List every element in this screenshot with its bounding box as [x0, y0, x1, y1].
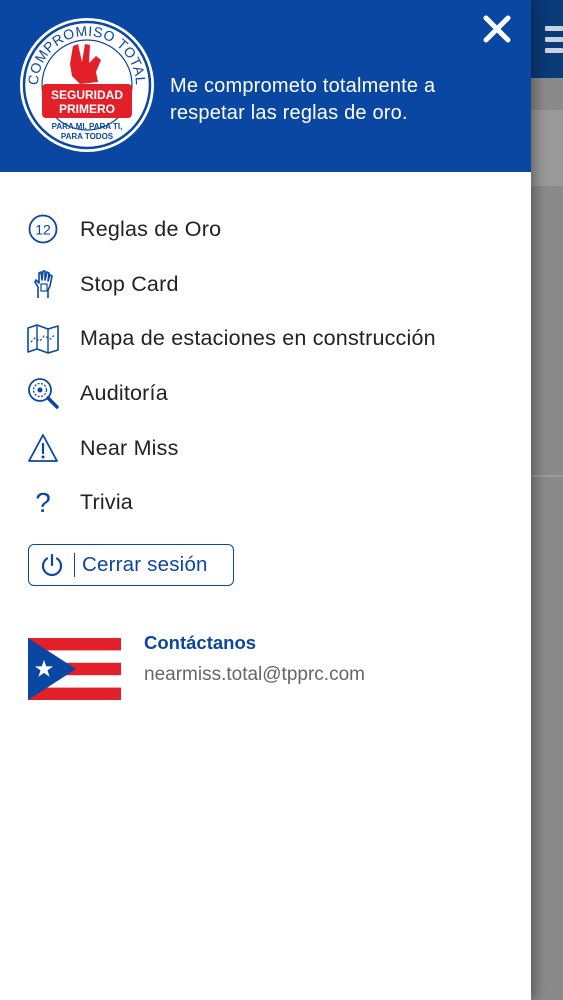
compromiso-total-logo: COMPROMISO TOTAL SEGURIDAD PRIMERO PARA … — [20, 18, 154, 152]
close-icon — [483, 15, 511, 43]
stop-hand-icon — [26, 267, 60, 301]
menu-item-stop-card[interactable]: Stop Card — [0, 257, 531, 312]
tagline: Me comprometo totalmente a respetar las … — [170, 73, 510, 127]
warning-triangle-icon — [26, 431, 60, 465]
svg-text:PARA MI, PARA TI,: PARA MI, PARA TI, — [52, 122, 123, 131]
puerto-rico-flag — [28, 638, 121, 700]
tagline-line-1: Me comprometo totalmente a — [170, 75, 436, 97]
menu-item-reglas-de-oro[interactable]: 12 Reglas de Oro — [0, 202, 531, 257]
menu-item-mapa-estaciones[interactable]: Mapa de estaciones en construcción — [0, 311, 531, 366]
menu-label: Auditoría — [80, 380, 168, 405]
twelve-circle-icon: 12 — [26, 212, 60, 246]
contact-email[interactable]: nearmiss.total@tpprc.com — [144, 664, 365, 686]
svg-text:PRIMERO: PRIMERO — [59, 102, 115, 116]
menu-label: Reglas de Oro — [80, 216, 222, 241]
svg-text:12: 12 — [35, 222, 51, 238]
logout-button[interactable]: Cerrar sesión — [28, 544, 234, 586]
audit-magnifier-icon — [26, 376, 60, 410]
hamburger-menu-icon — [545, 26, 563, 56]
svg-text:SEGURIDAD: SEGURIDAD — [51, 88, 123, 102]
menu-item-near-miss[interactable]: Near Miss — [0, 421, 531, 476]
background-card — [531, 110, 563, 186]
menu-label: Mapa de estaciones en construcción — [80, 326, 436, 351]
menu-label: Stop Card — [80, 271, 179, 296]
svg-text:PARA TODOS: PARA TODOS — [61, 132, 114, 141]
menu-label: Trivia — [80, 490, 133, 515]
question-icon: ? — [35, 486, 51, 518]
drawer-header: COMPROMISO TOTAL SEGURIDAD PRIMERO PARA … — [0, 0, 531, 172]
menu-label: Near Miss — [80, 435, 179, 460]
logout-separator — [74, 553, 75, 577]
navigation-drawer: COMPROMISO TOTAL SEGURIDAD PRIMERO PARA … — [0, 0, 531, 1000]
close-button[interactable] — [478, 10, 516, 48]
power-icon — [39, 552, 65, 578]
background-divider — [531, 475, 563, 477]
logout-label: Cerrar sesión — [82, 553, 208, 576]
tagline-line-2: respetar las reglas de oro. — [170, 102, 408, 124]
menu-item-auditoria[interactable]: Auditoría — [0, 366, 531, 421]
menu-item-trivia[interactable]: ? Trivia — [0, 475, 531, 530]
contact-title: Contáctanos — [144, 632, 257, 653]
drawer-menu: 12 Reglas de Oro Stop Card Mapa de estac… — [0, 202, 531, 530]
map-icon — [26, 322, 60, 356]
